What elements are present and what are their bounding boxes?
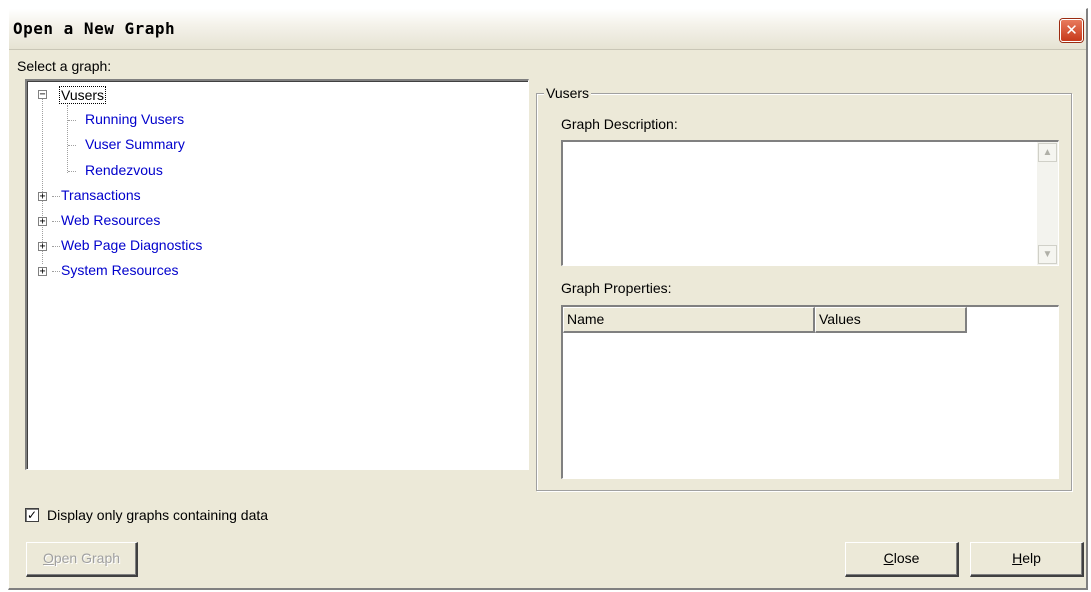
column-header-values[interactable]: Values: [815, 307, 967, 333]
graph-description-box[interactable]: ▲ ▼: [561, 140, 1059, 266]
expand-web-page-diagnostics-toggle[interactable]: +: [38, 241, 47, 252]
column-header-values-label: Values: [819, 311, 861, 327]
help-mnemonic: H: [1012, 550, 1023, 566]
tree-connector: [67, 105, 68, 173]
tree-item-running-vusers[interactable]: Running Vusers: [85, 111, 184, 127]
chevron-up-icon: ▲: [1042, 147, 1053, 158]
check-icon: ✓: [26, 508, 38, 522]
tree-item-vuser-summary[interactable]: Vuser Summary: [85, 136, 185, 152]
tree-item-vusers[interactable]: Vusers: [59, 86, 107, 104]
tree-item-system-resources[interactable]: System Resources: [61, 262, 178, 278]
description-scrollbar[interactable]: ▲ ▼: [1037, 142, 1058, 265]
plus-icon: +: [39, 191, 46, 202]
tree-connector: [68, 171, 76, 172]
open-graph-label: pen Graph: [53, 550, 121, 566]
group-title: Vusers: [544, 85, 592, 101]
tree-connector: [68, 120, 76, 121]
help-label: elp: [1022, 550, 1041, 566]
tree-connector: [52, 246, 60, 247]
close-icon: ✕: [1065, 21, 1078, 39]
expand-system-resources-toggle[interactable]: +: [38, 266, 47, 277]
graph-properties-label: Graph Properties:: [561, 280, 672, 296]
plus-icon: +: [39, 216, 46, 227]
close-button[interactable]: Close: [845, 542, 959, 577]
title-bar[interactable]: Open a New Graph ✕: [9, 9, 1086, 50]
tree-item-web-resources[interactable]: Web Resources: [61, 212, 160, 228]
tree-item-web-page-diagnostics[interactable]: Web Page Diagnostics: [61, 237, 202, 253]
plus-icon: +: [39, 241, 46, 252]
dialog-title: Open a New Graph: [13, 19, 176, 38]
expand-web-resources-toggle[interactable]: +: [38, 216, 47, 227]
tree-connector: [42, 99, 43, 264]
open-graph-dialog: Open a New Graph ✕ Select a graph: − Vus…: [8, 8, 1088, 590]
open-graph-button[interactable]: Open Graph: [26, 542, 138, 577]
close-mnemonic: C: [883, 550, 894, 566]
tree-connector: [52, 221, 60, 222]
select-graph-label: Select a graph:: [17, 58, 112, 74]
close-window-button[interactable]: ✕: [1060, 19, 1083, 42]
close-label: lose: [893, 550, 920, 566]
display-only-data-checkbox[interactable]: ✓: [25, 508, 39, 522]
scroll-up-button[interactable]: ▲: [1038, 143, 1057, 162]
tree-connector: [68, 145, 76, 146]
graph-description-label: Graph Description:: [561, 116, 678, 132]
scroll-down-button[interactable]: ▼: [1038, 245, 1057, 264]
display-only-data-label[interactable]: Display only graphs containing data: [47, 507, 268, 523]
column-header-name-label: Name: [567, 311, 605, 327]
tree-item-rendezvous[interactable]: Rendezvous: [85, 162, 163, 178]
column-header-name[interactable]: Name: [563, 307, 815, 333]
help-button[interactable]: Help: [970, 542, 1084, 577]
chevron-down-icon: ▼: [1042, 249, 1053, 260]
collapse-vusers-toggle[interactable]: −: [38, 89, 47, 100]
expand-transactions-toggle[interactable]: +: [38, 191, 47, 202]
open-graph-mnemonic: O: [42, 550, 54, 566]
plus-icon: +: [39, 266, 46, 277]
tree-connector: [52, 271, 60, 272]
tree-connector: [52, 196, 60, 197]
minus-icon: −: [39, 89, 46, 100]
tree-item-transactions[interactable]: Transactions: [61, 187, 141, 203]
graph-tree[interactable]: − Vusers Running Vusers Vuser Summary Re…: [25, 79, 529, 470]
graph-properties-table[interactable]: Name Values: [561, 305, 1059, 479]
